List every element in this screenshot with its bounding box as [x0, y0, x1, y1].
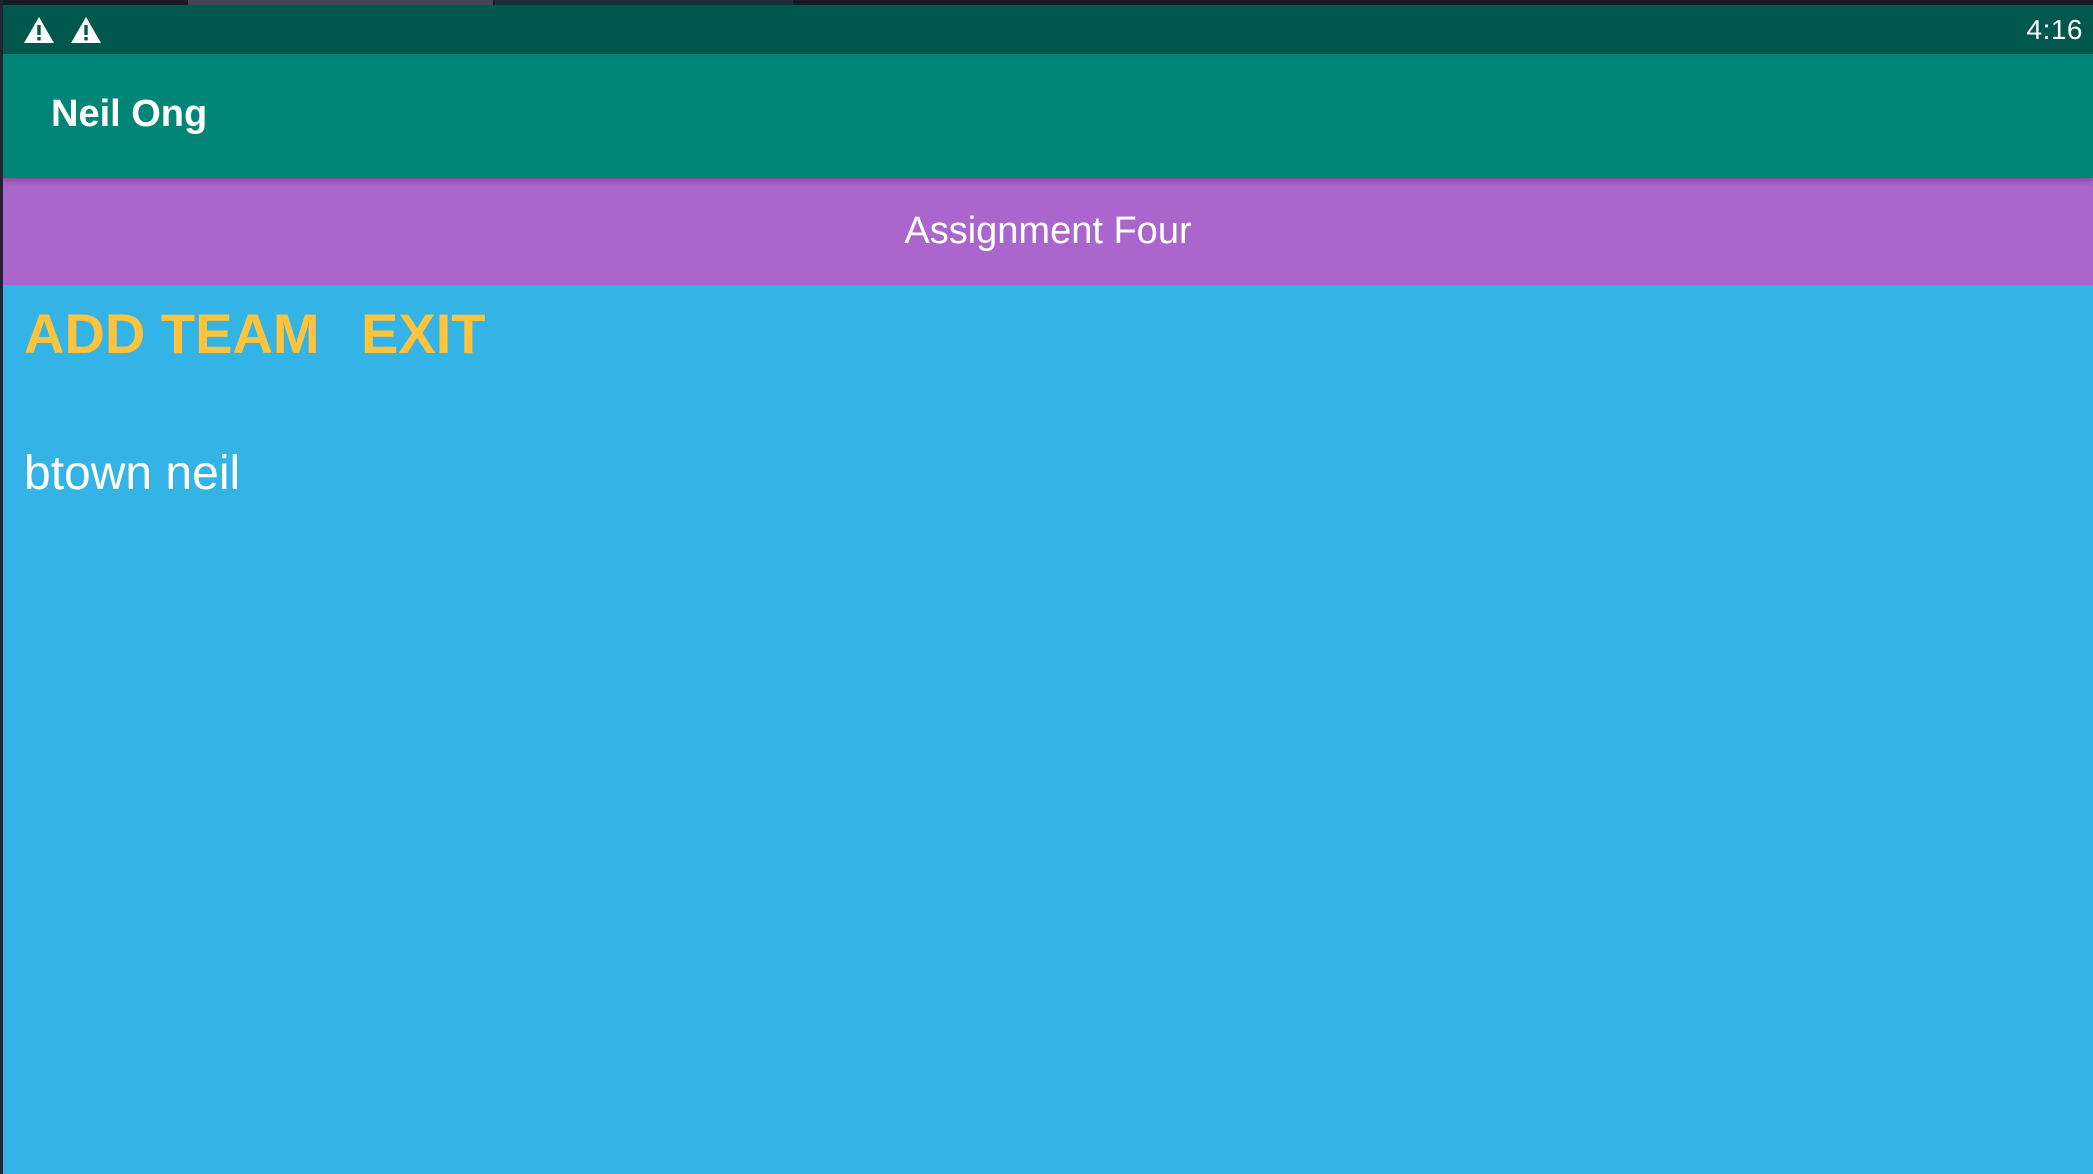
- app-bar: Neil Ong: [3, 54, 2093, 178]
- add-team-button[interactable]: ADD TEAM: [24, 300, 320, 368]
- warning-icon: [23, 15, 55, 45]
- status-time: 4:16: [2026, 14, 2083, 45]
- exit-button[interactable]: EXIT: [361, 300, 485, 368]
- app-screen: 4:16 Neil Ong Assignment Four ADD TEAM E…: [3, 0, 2093, 1174]
- assignment-banner: Assignment Four: [3, 178, 2093, 285]
- status-bar: 4:16: [3, 5, 2093, 54]
- banner-title: Assignment Four: [904, 210, 1192, 252]
- app-title: Neil Ong: [51, 93, 208, 135]
- warning-icon: [70, 15, 102, 45]
- team-list-item[interactable]: btown neil: [24, 446, 240, 502]
